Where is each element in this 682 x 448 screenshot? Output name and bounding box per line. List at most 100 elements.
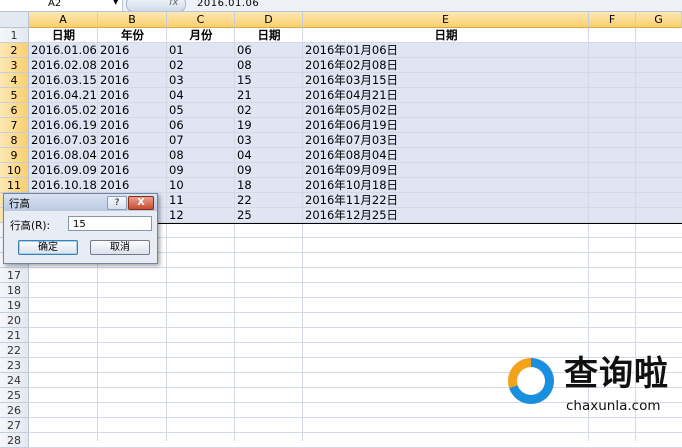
table-cell[interactable]: 11 bbox=[167, 193, 235, 208]
row-header-27[interactable]: 27 bbox=[0, 418, 29, 433]
row-header-18[interactable]: 18 bbox=[0, 283, 29, 298]
row-header-11[interactable]: 11 bbox=[0, 178, 29, 193]
row-header-25[interactable]: 25 bbox=[0, 388, 29, 403]
help-button[interactable]: ? bbox=[107, 196, 127, 210]
table-cell[interactable]: 2016.06.19 bbox=[29, 118, 98, 133]
table-cell[interactable]: 2016 bbox=[98, 58, 167, 73]
name-box-value[interactable]: A2 bbox=[48, 0, 61, 11]
table-cell[interactable]: 2016 bbox=[98, 73, 167, 88]
row-header-26[interactable]: 26 bbox=[0, 403, 29, 418]
table-cell[interactable]: 02 bbox=[235, 103, 303, 118]
row-header-5[interactable]: 5 bbox=[0, 88, 29, 103]
table-cell[interactable]: 01 bbox=[167, 43, 235, 58]
row-header-23[interactable]: 23 bbox=[0, 358, 29, 373]
table-cell[interactable]: 2016年04月21日 bbox=[303, 88, 589, 103]
table-cell[interactable]: 2016 bbox=[98, 148, 167, 163]
table-cell[interactable]: 2016.07.03 bbox=[29, 133, 98, 148]
table-cell[interactable]: 18 bbox=[235, 178, 303, 193]
row-header-10[interactable]: 10 bbox=[0, 163, 29, 178]
table-cell[interactable]: 2016年06月19日 bbox=[303, 118, 589, 133]
table-cell[interactable]: 09 bbox=[235, 163, 303, 178]
table-cell[interactable]: 02 bbox=[167, 58, 235, 73]
insert-function-button[interactable]: fx bbox=[126, 0, 186, 11]
row-header-21[interactable]: 21 bbox=[0, 328, 29, 343]
column-header-e[interactable]: E bbox=[303, 12, 589, 28]
table-cell[interactable]: 2016 bbox=[98, 133, 167, 148]
row-header-3[interactable]: 3 bbox=[0, 58, 29, 73]
table-cell[interactable]: 19 bbox=[235, 118, 303, 133]
table-cell[interactable]: 06 bbox=[235, 43, 303, 58]
row-header-24[interactable]: 24 bbox=[0, 373, 29, 388]
column-header-f[interactable]: F bbox=[589, 12, 636, 28]
header-cell[interactable]: 日期 bbox=[29, 28, 98, 43]
table-cell[interactable]: 2016.09.09 bbox=[29, 163, 98, 178]
table-cell[interactable]: 10 bbox=[167, 178, 235, 193]
row-header-8[interactable]: 8 bbox=[0, 133, 29, 148]
table-cell[interactable]: 2016 bbox=[98, 163, 167, 178]
table-cell[interactable]: 2016 bbox=[98, 118, 167, 133]
table-cell[interactable]: 2016 bbox=[98, 43, 167, 58]
table-cell[interactable]: 2016 bbox=[98, 103, 167, 118]
table-cell[interactable]: 03 bbox=[235, 133, 303, 148]
row-header-19[interactable]: 19 bbox=[0, 298, 29, 313]
table-cell[interactable]: 2016年05月02日 bbox=[303, 103, 589, 118]
table-cell[interactable]: 2016.10.18 bbox=[29, 178, 98, 193]
table-cell[interactable]: 2016年03月15日 bbox=[303, 73, 589, 88]
header-cell[interactable]: 日期 bbox=[303, 28, 589, 43]
table-cell[interactable]: 04 bbox=[235, 148, 303, 163]
table-cell[interactable]: 25 bbox=[235, 208, 303, 223]
table-cell[interactable]: 03 bbox=[167, 73, 235, 88]
table-cell[interactable]: 05 bbox=[167, 103, 235, 118]
row-height-input[interactable]: 15 bbox=[68, 216, 152, 231]
table-cell[interactable]: 2016年01月06日 bbox=[303, 43, 589, 58]
column-header-b[interactable]: B bbox=[98, 12, 167, 28]
row-header-4[interactable]: 4 bbox=[0, 73, 29, 88]
table-cell[interactable]: 21 bbox=[235, 88, 303, 103]
table-cell[interactable]: 2016 bbox=[98, 88, 167, 103]
row-header-6[interactable]: 6 bbox=[0, 103, 29, 118]
table-cell[interactable]: 2016年09月09日 bbox=[303, 163, 589, 178]
table-cell[interactable]: 12 bbox=[167, 208, 235, 223]
table-cell[interactable]: 2016.02.08 bbox=[29, 58, 98, 73]
row-header-22[interactable]: 22 bbox=[0, 343, 29, 358]
row-header-2[interactable]: 2 bbox=[0, 43, 29, 58]
header-cell[interactable]: 月份 bbox=[167, 28, 235, 43]
name-box[interactable]: A2 ▼ bbox=[0, 0, 123, 11]
table-cell[interactable]: 06 bbox=[167, 118, 235, 133]
row-header-20[interactable]: 20 bbox=[0, 313, 29, 328]
dialog-titlebar[interactable]: 行高 ? X bbox=[4, 194, 157, 211]
table-cell[interactable]: 2016年10月18日 bbox=[303, 178, 589, 193]
close-button[interactable]: X bbox=[128, 196, 154, 210]
column-header-c[interactable]: C bbox=[167, 12, 235, 28]
row-header-9[interactable]: 9 bbox=[0, 148, 29, 163]
formula-input[interactable]: 2016.01.06 bbox=[197, 0, 259, 11]
table-cell[interactable]: 04 bbox=[167, 88, 235, 103]
table-cell[interactable]: 2016年08月04日 bbox=[303, 148, 589, 163]
header-cell[interactable]: 年份 bbox=[98, 28, 167, 43]
table-cell[interactable]: 22 bbox=[235, 193, 303, 208]
table-cell[interactable]: 09 bbox=[167, 163, 235, 178]
select-all-corner[interactable] bbox=[0, 12, 29, 28]
chevron-down-icon[interactable]: ▼ bbox=[113, 0, 118, 6]
table-cell[interactable]: 2016年07月03日 bbox=[303, 133, 589, 148]
row-header-1[interactable]: 1 bbox=[0, 28, 29, 43]
table-cell[interactable]: 2016年02月08日 bbox=[303, 58, 589, 73]
table-cell[interactable]: 2016.05.02 bbox=[29, 103, 98, 118]
table-cell[interactable]: 08 bbox=[235, 58, 303, 73]
row-header-7[interactable]: 7 bbox=[0, 118, 29, 133]
table-cell[interactable]: 2016年12月25日 bbox=[303, 208, 589, 223]
column-header-a[interactable]: A bbox=[29, 12, 98, 28]
header-cell[interactable]: 日期 bbox=[235, 28, 303, 43]
table-cell[interactable]: 2016.03.15 bbox=[29, 73, 98, 88]
table-cell[interactable]: 2016年11月22日 bbox=[303, 193, 589, 208]
row-header-17[interactable]: 17 bbox=[0, 268, 29, 283]
ok-button[interactable]: 确定 bbox=[18, 240, 78, 255]
cancel-button[interactable]: 取消 bbox=[90, 240, 150, 255]
table-cell[interactable]: 2016.08.04 bbox=[29, 148, 98, 163]
table-cell[interactable]: 2016 bbox=[98, 178, 167, 193]
column-header-d[interactable]: D bbox=[235, 12, 303, 28]
fx-icon[interactable]: fx bbox=[169, 0, 178, 8]
table-cell[interactable]: 2016.04.21 bbox=[29, 88, 98, 103]
table-cell[interactable]: 2016.01.06 bbox=[29, 43, 98, 58]
table-cell[interactable]: 15 bbox=[235, 73, 303, 88]
